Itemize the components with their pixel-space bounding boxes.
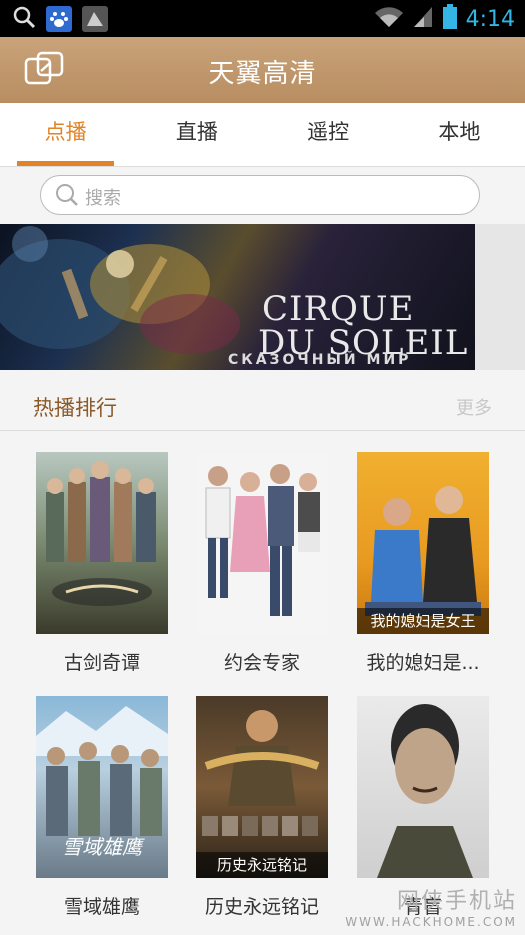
more-link[interactable]: 更多 [456, 394, 492, 420]
battery-icon [442, 4, 458, 34]
video-title: 古剑奇谭 [63, 652, 140, 674]
watermark-cn: 网侠手机站 [396, 889, 517, 914]
baidu-icon [46, 6, 72, 32]
tab-live[interactable]: 直播 [131, 103, 262, 166]
banner-subtitle: СКАЗОЧНЫЙ МИР [228, 352, 412, 368]
video-title: 约会专家 [223, 652, 300, 674]
poster [357, 696, 489, 878]
tab-bar: 点播 直播 遥控 本地 [0, 103, 525, 167]
section-title: 热播排行 [33, 396, 117, 420]
tab-local[interactable]: 本地 [394, 103, 525, 166]
video-card[interactable]: 青盲 [357, 696, 489, 918]
app-icon [82, 6, 108, 32]
tab-vod[interactable]: 点播 [0, 103, 131, 166]
search-input[interactable]: 搜索 [40, 175, 480, 215]
poster-caption: 历史永远铭记 [196, 852, 328, 878]
banner-next-peek[interactable] [475, 224, 525, 370]
tab-remote[interactable]: 遥控 [263, 103, 394, 166]
wifi-icon [374, 5, 404, 33]
clock: 4:14 [465, 6, 515, 32]
app-header: 天翼高清 [0, 37, 525, 103]
app-title: 天翼高清 [208, 59, 317, 89]
promo-banner[interactable]: CIRQUE DU SOLEIL СКАЗОЧНЫЙ МИР [0, 224, 475, 370]
search-icon [12, 5, 36, 33]
video-card[interactable]: 约会专家 [196, 452, 328, 674]
search-icon [55, 183, 79, 211]
video-card[interactable]: 雪域雄鹰 雪域雄鹰 [36, 696, 168, 918]
video-card[interactable]: 我的媳妇是女王 我的媳妇是... [357, 452, 489, 674]
banner-logo: CIRQUE DU SOLEIL [258, 289, 469, 363]
video-title: 雪域雄鹰 [63, 896, 140, 918]
watermark: 网侠手机站 WWW.HACKHOME.COM [345, 883, 517, 929]
video-card[interactable]: 历史永远铭记 历史永远铭记 [196, 696, 328, 918]
video-title: 我的媳妇是... [366, 652, 480, 674]
poster [36, 452, 168, 634]
poster: 历史永远铭记 [196, 696, 328, 878]
poster: 我的媳妇是女王 [357, 452, 489, 634]
video-title: 历史永远铭记 [204, 896, 319, 918]
poster-caption: 我的媳妇是女王 [357, 608, 489, 634]
video-card[interactable]: 古剑奇谭 [36, 452, 168, 674]
status-bar: 4:14 [0, 0, 525, 37]
poster [196, 452, 328, 634]
search-placeholder: 搜索 [85, 188, 121, 209]
signal-icon [412, 5, 434, 33]
poster-title: 雪域雄鹰 [62, 835, 142, 859]
search-area: 搜索 [0, 167, 525, 224]
poster: 雪域雄鹰 [36, 696, 168, 878]
section-header: 热播排行 更多 [0, 380, 525, 431]
video-grid: 古剑奇谭 约会专家 我的媳妇是女王 我的媳妇是... 雪域雄鹰 雪域雄鹰 历史永… [0, 431, 525, 935]
watermark-en: WWW.HACKHOME.COM [345, 915, 517, 929]
